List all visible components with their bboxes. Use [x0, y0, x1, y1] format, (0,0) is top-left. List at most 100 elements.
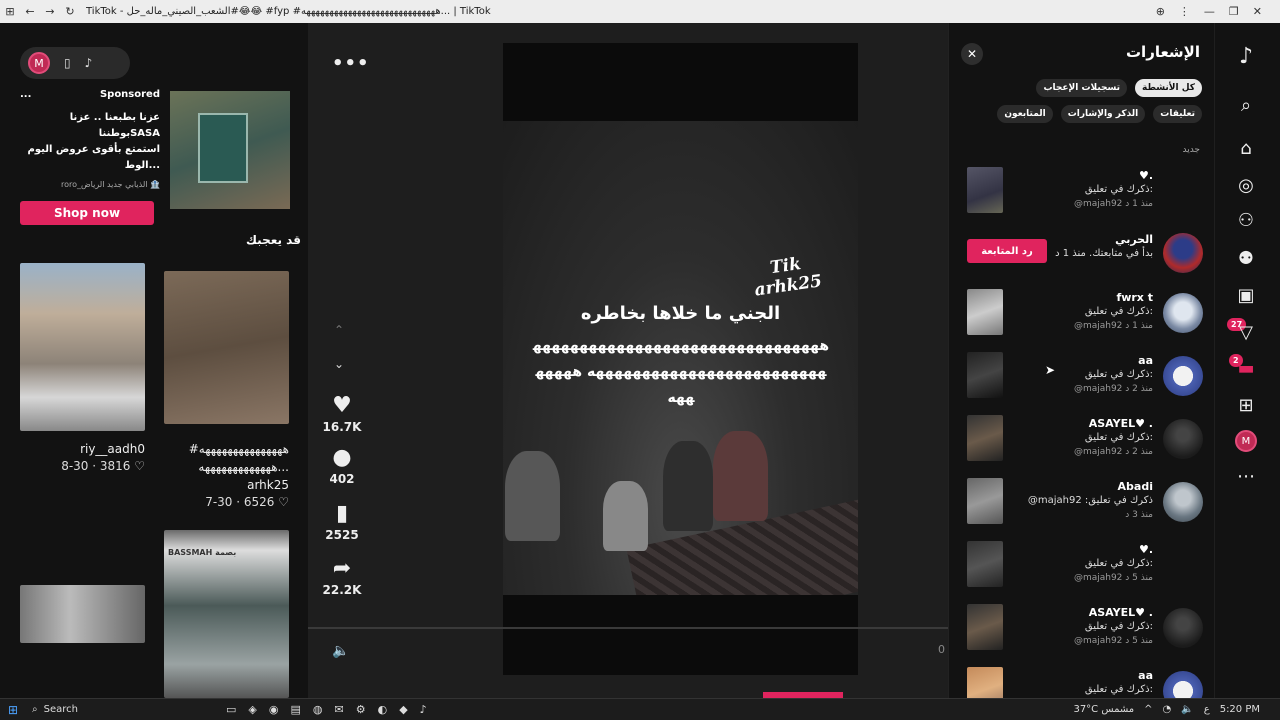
notification-user[interactable]: aa: [1003, 354, 1153, 368]
user-avatar[interactable]: [1163, 419, 1203, 459]
chevron-up-icon[interactable]: ^: [1144, 704, 1152, 715]
messages-icon[interactable]: ▬: [1233, 355, 1259, 381]
suggested-video-thumb-1[interactable]: [20, 263, 145, 431]
mobile-icon[interactable]: ▯: [64, 56, 71, 70]
forward-icon[interactable]: →: [40, 5, 60, 18]
windows-start-icon[interactable]: ⊞: [0, 703, 26, 717]
suggested-video-thumb-4[interactable]: BASSMAH بصمة: [164, 530, 289, 698]
chrome-icon[interactable]: ◍: [313, 703, 323, 716]
ad-more-icon[interactable]: ...: [20, 89, 31, 100]
live-icon[interactable]: ▣: [1233, 282, 1259, 308]
wifi-icon[interactable]: ◔: [1163, 704, 1172, 715]
share-icon[interactable]: ➦: [320, 556, 364, 581]
following-icon[interactable]: ⚇: [1233, 207, 1259, 233]
video-2-caption[interactable]: #هههههههههههههههه هههههههههههههه...: [164, 440, 289, 476]
suggested-video-thumb-3[interactable]: [20, 585, 145, 643]
notification-user[interactable]: fwrx t: [1003, 291, 1153, 305]
notification-video-thumb[interactable]: [967, 541, 1003, 587]
video-more-button[interactable]: •••: [332, 53, 370, 74]
bookmark-action[interactable]: ▮ 2525: [320, 501, 364, 542]
notification-item[interactable]: رد المتابعة الحربي بدأ في متابعتك. منذ 1…: [963, 229, 1203, 285]
shop-now-button[interactable]: Shop now: [20, 201, 154, 225]
file-explorer-icon[interactable]: ▤: [290, 703, 300, 716]
more-menu-icon[interactable]: ⋮: [1179, 5, 1190, 18]
notification-video-thumb[interactable]: [967, 604, 1003, 650]
notification-item[interactable]: ASAYEL♥ . ذكرك في تعليق: @majah92 منذ 5 …: [963, 604, 1203, 660]
notification-user[interactable]: ♥.: [1003, 543, 1153, 557]
bookmark-icon[interactable]: ▮: [320, 501, 364, 526]
clock[interactable]: 5:20 PM: [1220, 704, 1260, 715]
chip-followers[interactable]: المتابعون: [997, 105, 1053, 123]
chip-mentions[interactable]: الذكر والإشارات: [1060, 105, 1146, 123]
profile-avatar[interactable]: M: [1235, 430, 1257, 452]
notification-item[interactable]: ♥. ذكرك في تعليق: @majah92 منذ 5 د: [963, 541, 1203, 597]
comment-icon[interactable]: ●: [320, 445, 364, 470]
taskbar-search[interactable]: ⌕ Search: [26, 704, 176, 715]
video-frame[interactable]: Tik arhk25 الجني ما خلاها بخاطره ههههههه…: [503, 121, 858, 595]
notification-video-thumb[interactable]: [967, 478, 1003, 524]
account-avatar[interactable]: M: [28, 52, 50, 74]
notification-user[interactable]: ASAYEL♥ .: [1003, 417, 1153, 431]
maximize-button[interactable]: ❐: [1229, 5, 1239, 18]
user-avatar[interactable]: [1163, 356, 1203, 396]
mail-icon[interactable]: ✉: [335, 703, 344, 716]
video-1-author[interactable]: riy__aadh0: [20, 442, 145, 456]
back-icon[interactable]: ←: [20, 5, 40, 18]
ad-image[interactable]: [170, 91, 290, 209]
chip-comments[interactable]: تعليقات: [1153, 105, 1202, 123]
edge-icon[interactable]: ◉: [269, 703, 279, 716]
suggested-video-thumb-2[interactable]: [164, 271, 289, 424]
search-icon[interactable]: ⌕: [1233, 92, 1259, 118]
comment-action[interactable]: ● 402: [320, 445, 364, 486]
speaker-icon[interactable]: 🔈: [1181, 704, 1193, 715]
like-action[interactable]: ♥ 16.7K: [320, 393, 364, 434]
volume-icon[interactable]: 🔈: [332, 643, 349, 659]
previous-video-icon[interactable]: ⌃: [334, 323, 344, 337]
activity-icon[interactable]: ▽: [1233, 319, 1259, 345]
task-view-icon[interactable]: ▭: [226, 703, 236, 716]
notification-item[interactable]: fwrx t ذكرك في تعليق: @majah92 منذ 1 د: [963, 289, 1203, 345]
explore-icon[interactable]: ◎: [1233, 172, 1259, 198]
notification-video-thumb[interactable]: [967, 415, 1003, 461]
share-action[interactable]: ➦ 22.2K: [320, 556, 364, 597]
home-icon[interactable]: ⌂: [1233, 135, 1259, 161]
notification-video-thumb[interactable]: [967, 289, 1003, 335]
refresh-icon[interactable]: ↻: [60, 5, 80, 18]
steam-icon[interactable]: ◐: [378, 703, 388, 716]
tiktok-logo-icon[interactable]: ♪: [85, 56, 93, 70]
notification-video-thumb[interactable]: [967, 167, 1003, 213]
close-window-button[interactable]: ✕: [1253, 5, 1262, 18]
video-2-author[interactable]: arhk25: [164, 478, 289, 492]
app-menu-icon[interactable]: ⊞: [0, 5, 20, 18]
tiktok-logo-icon[interactable]: ♪: [1233, 43, 1259, 69]
user-avatar[interactable]: [1163, 293, 1203, 333]
minimize-button[interactable]: —: [1204, 5, 1215, 18]
language-indicator[interactable]: ع: [1204, 704, 1210, 715]
ad-advertiser[interactable]: roro_الذيابي جديد الرياض 🏦: [20, 180, 160, 189]
tiktok-taskbar-icon[interactable]: ♪: [420, 703, 427, 716]
copilot-icon[interactable]: ◈: [248, 703, 256, 716]
video-progress-bar[interactable]: [308, 627, 948, 629]
chip-all-activity[interactable]: كل الأنشطة: [1135, 79, 1202, 97]
notification-item[interactable]: ♥. ذكرك في تعليق: @majah92 منذ 1 د: [963, 167, 1203, 223]
zoom-icon[interactable]: ⊕: [1156, 5, 1165, 18]
notification-item[interactable]: aa ذكرك في تعليق:: [963, 667, 1203, 698]
user-avatar[interactable]: [1163, 233, 1203, 273]
app-icon[interactable]: ◆: [399, 703, 407, 716]
notification-user[interactable]: aa: [1003, 669, 1153, 683]
notification-user[interactable]: ♥.: [1003, 169, 1153, 183]
notification-user[interactable]: Abadi: [1003, 480, 1153, 494]
notification-user[interactable]: ASAYEL♥ .: [1003, 606, 1153, 620]
notification-user[interactable]: الحربي: [1003, 233, 1153, 247]
settings-icon[interactable]: ⚙: [356, 703, 366, 716]
user-avatar[interactable]: [1163, 671, 1203, 698]
notification-item[interactable]: aa ذكرك في تعليق: @majah92 منذ 2 د: [963, 352, 1203, 408]
notification-item[interactable]: Abadi @majah92 :ذكرك في تعليق منذ 3 د: [963, 478, 1203, 534]
chip-likes[interactable]: تسجيلات الإعجاب: [1036, 79, 1128, 97]
weather-widget[interactable]: 37°C مشمس: [1073, 704, 1134, 715]
friends-icon[interactable]: ⚉: [1233, 245, 1259, 271]
more-icon[interactable]: ⋯: [1233, 463, 1259, 489]
notification-item[interactable]: ASAYEL♥ . ذكرك في تعليق: @majah92 منذ 2 …: [963, 415, 1203, 471]
notification-video-thumb[interactable]: [967, 667, 1003, 698]
heart-icon[interactable]: ♥: [320, 393, 364, 418]
